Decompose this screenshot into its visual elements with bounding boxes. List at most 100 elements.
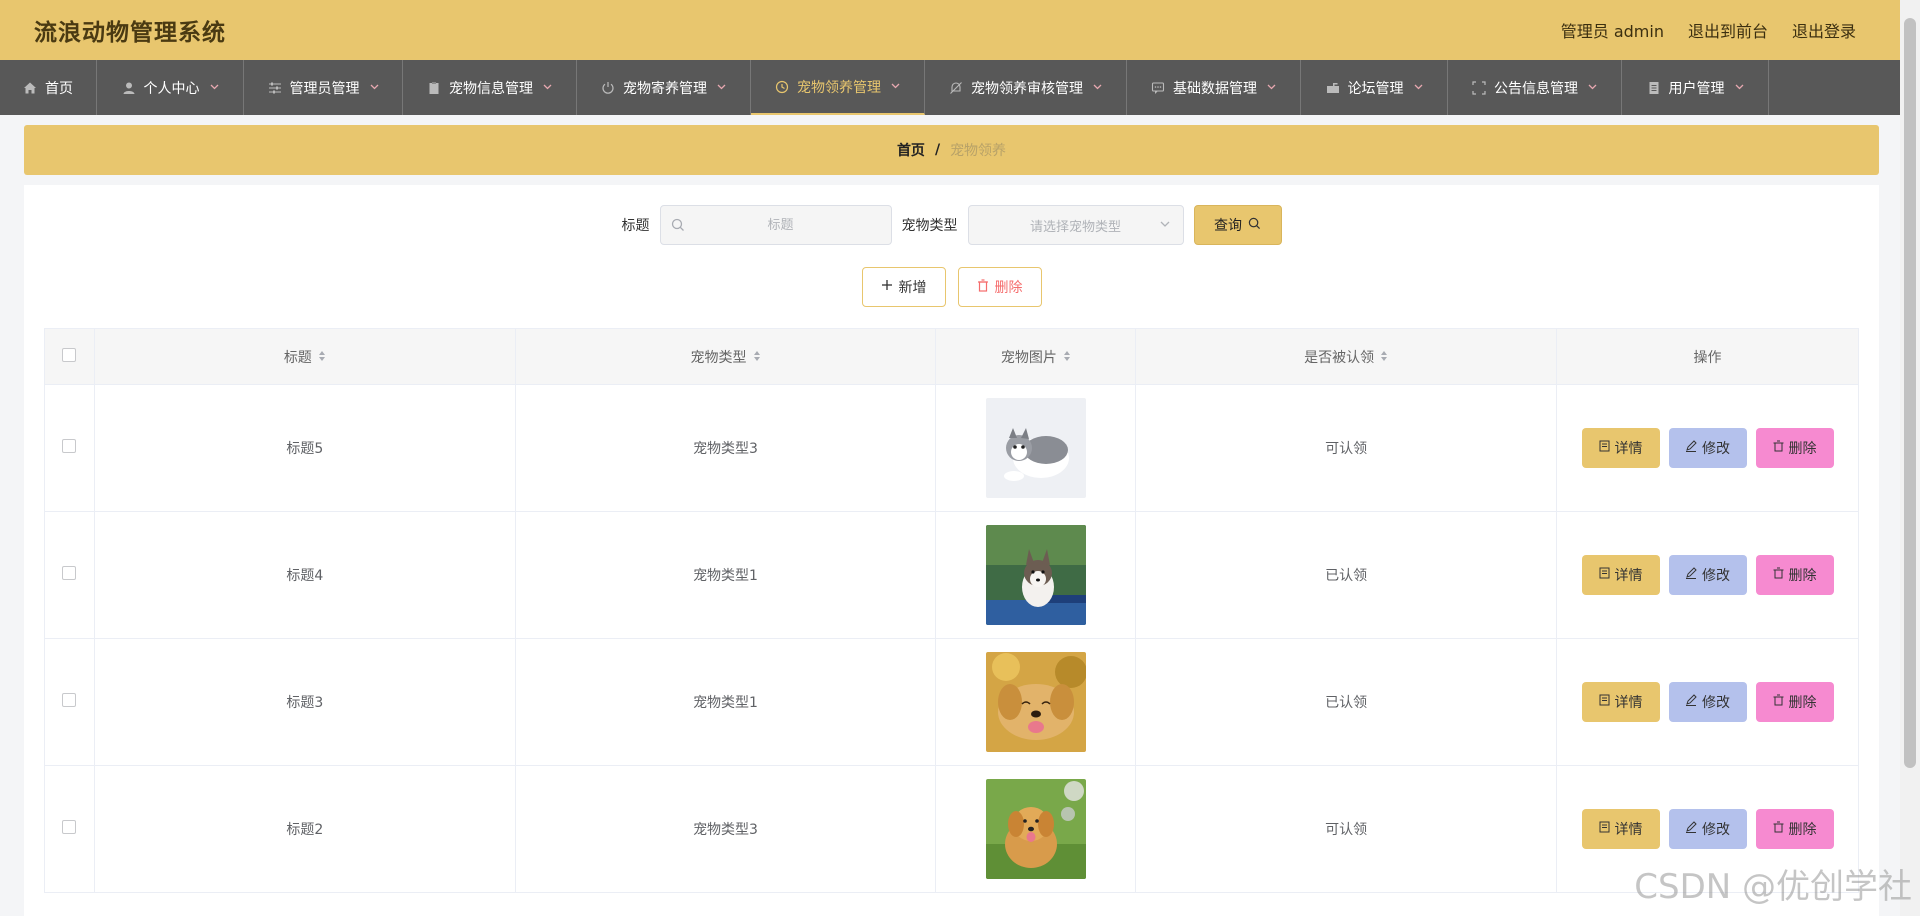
row-checkbox[interactable]: [62, 439, 77, 453]
back-to-front-link[interactable]: 退出到前台: [1688, 18, 1768, 42]
edit-button[interactable]: 修改: [1668, 682, 1747, 722]
delete-button[interactable]: 删除: [1755, 428, 1834, 468]
edit-button[interactable]: 修改: [1668, 428, 1747, 468]
row-select-cell: [44, 765, 95, 893]
document-icon: [1647, 81, 1661, 95]
chevron-down-icon: [543, 82, 552, 94]
breadcrumb-current: 宠物领养: [950, 143, 1007, 159]
edit-button[interactable]: 修改: [1668, 809, 1747, 849]
detail-label: 详情: [1614, 695, 1643, 711]
query-label: 查询: [1214, 218, 1242, 234]
clipboard-icon: [427, 81, 441, 95]
pencil-icon: [1685, 694, 1697, 710]
page-scrollbar[interactable]: [1900, 0, 1920, 916]
chevron-down-icon: [210, 82, 219, 94]
delete-button[interactable]: 删除: [1755, 555, 1834, 595]
home-icon: [23, 81, 37, 95]
column-header-type[interactable]: 宠物类型: [514, 328, 937, 385]
detail-label: 详情: [1614, 822, 1643, 838]
nav-item-4[interactable]: 宠物寄养管理: [577, 60, 751, 115]
detail-button[interactable]: 详情: [1581, 555, 1660, 595]
nav-item-8[interactable]: 论坛管理: [1301, 60, 1448, 115]
nav-item-5[interactable]: 宠物领养管理: [751, 60, 925, 115]
table-row: 标题5 宠物类型3 可认领 详情 修改 删除: [44, 384, 1859, 512]
breadcrumb-home[interactable]: 首页: [897, 140, 925, 160]
nav-item-9[interactable]: 公告信息管理: [1448, 60, 1622, 115]
sort-icon[interactable]: [1380, 350, 1388, 366]
breadcrumb: 首页 / 宠物领养: [24, 125, 1879, 175]
row-checkbox[interactable]: [62, 693, 77, 707]
mailbox-icon: [1326, 81, 1340, 95]
row-checkbox[interactable]: [62, 820, 77, 834]
trash-icon: [977, 278, 989, 296]
trash-icon: [1773, 567, 1784, 583]
nav-item-1[interactable]: 个人中心: [97, 60, 244, 115]
trash-icon: [1773, 694, 1784, 710]
delete-label: 删除: [1788, 695, 1817, 711]
nav-item-2[interactable]: 管理员管理: [244, 60, 403, 115]
select-all-cell: [44, 328, 95, 385]
golden-dog-grass-photo[interactable]: [985, 779, 1086, 879]
sort-icon[interactable]: [1063, 350, 1071, 366]
document-icon: [1599, 694, 1610, 710]
action-bar: 新增 删除: [24, 267, 1879, 307]
golden-dog-face-photo[interactable]: [985, 652, 1086, 752]
batch-delete-button[interactable]: 删除: [957, 267, 1042, 307]
chat-icon: [1151, 81, 1165, 95]
status-cell: 已认领: [1135, 638, 1557, 766]
sort-icon[interactable]: [318, 350, 326, 366]
document-icon: [1599, 821, 1610, 837]
nav-item-3[interactable]: 宠物信息管理: [403, 60, 577, 115]
gray-cat-photo[interactable]: [985, 398, 1086, 498]
search-icon: [671, 218, 685, 236]
column-header-title[interactable]: 标题: [93, 328, 516, 385]
sort-icon[interactable]: [753, 350, 761, 366]
pencil-icon: [1685, 821, 1697, 837]
delete-button[interactable]: 删除: [1755, 682, 1834, 722]
scrollbar-thumb[interactable]: [1904, 18, 1916, 768]
edit-button[interactable]: 修改: [1668, 555, 1747, 595]
chevron-down-icon: [1588, 82, 1597, 94]
chevron-down-icon: [1735, 82, 1744, 94]
delete-label: 删除: [1788, 822, 1817, 838]
actions-cell: 详情 修改 删除: [1556, 511, 1859, 639]
nav-item-6[interactable]: 宠物领养审核管理: [925, 60, 1127, 115]
detail-button[interactable]: 详情: [1581, 428, 1660, 468]
nav-item-0[interactable]: 首页: [0, 60, 97, 115]
row-checkbox[interactable]: [62, 566, 77, 580]
husky-photo[interactable]: [985, 525, 1086, 625]
nav-item-label: 公告信息管理: [1494, 80, 1578, 97]
document-icon: [1599, 567, 1610, 583]
watermark: CSDN @优创学社: [1634, 867, 1912, 907]
query-button[interactable]: 查询: [1193, 205, 1282, 245]
pet-type-select[interactable]: 请选择宠物类型: [967, 205, 1184, 245]
chevron-down-icon: [370, 82, 379, 94]
title-search-input[interactable]: [670, 206, 891, 244]
title-label: 标题: [621, 218, 650, 234]
add-button[interactable]: 新增: [861, 267, 946, 307]
column-header-status[interactable]: 是否被认领: [1135, 328, 1557, 385]
nav-item-label: 宠物寄养管理: [623, 80, 707, 97]
column-header-image[interactable]: 宠物图片: [935, 328, 1137, 385]
breadcrumb-separator: /: [934, 142, 941, 158]
top-header: 流浪动物管理系统 管理员 admin 退出到前台 退出登录: [0, 0, 1900, 60]
adoption-table: 标题 宠物类型 宠物图片 是否被认领 操作 标题5 宠物类型3 可认领 详情 修…: [44, 328, 1859, 893]
title-search-field[interactable]: [659, 205, 892, 245]
plus-icon: [881, 279, 893, 295]
nav-item-label: 首页: [45, 80, 73, 97]
select-all-checkbox[interactable]: [62, 347, 77, 362]
nav-item-10[interactable]: 用户管理: [1622, 60, 1769, 115]
row-select-cell: [44, 638, 95, 766]
logout-link[interactable]: 退出登录: [1792, 18, 1856, 42]
detail-button[interactable]: 详情: [1581, 809, 1660, 849]
chevron-down-icon: [891, 81, 900, 93]
nav-item-label: 基础数据管理: [1173, 80, 1257, 97]
document-icon: [1599, 440, 1610, 456]
detail-button[interactable]: 详情: [1581, 682, 1660, 722]
nav-item-label: 个人中心: [143, 80, 200, 97]
nav-item-7[interactable]: 基础数据管理: [1127, 60, 1301, 115]
app-title: 流浪动物管理系统: [34, 20, 226, 46]
delete-button[interactable]: 删除: [1755, 809, 1834, 849]
type-cell: 宠物类型3: [514, 384, 937, 512]
image-cell: [935, 384, 1137, 512]
